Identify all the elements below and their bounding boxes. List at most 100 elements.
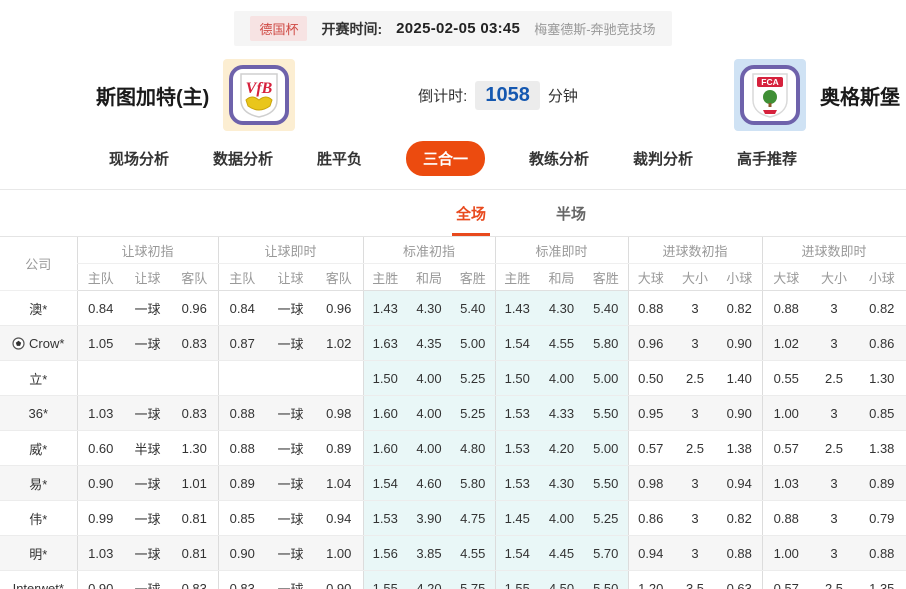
odds-cell[interactable]: 0.81 — [171, 500, 218, 536]
odds-cell[interactable]: 1.30 — [858, 360, 906, 396]
odds-cell[interactable]: 一球 — [266, 430, 315, 466]
odds-cell[interactable]: 1.30 — [171, 430, 218, 466]
odds-cell[interactable]: 0.88 — [217, 430, 266, 466]
odds-cell[interactable]: 5.25 — [451, 360, 495, 396]
odds-cell[interactable]: 0.89 — [315, 430, 363, 466]
odds-cell[interactable]: 1.03 — [76, 395, 124, 431]
odds-cell[interactable]: 0.55 — [761, 360, 811, 396]
period-tab[interactable]: 全场 — [451, 203, 490, 236]
odds-cell[interactable]: 1.03 — [761, 465, 811, 501]
odds-cell[interactable]: 0.84 — [217, 290, 266, 326]
odds-cell[interactable]: 0.90 — [315, 570, 363, 589]
odds-cell[interactable]: 0.99 — [76, 500, 124, 536]
odds-cell[interactable]: 3 — [673, 395, 717, 431]
odds-cell[interactable]: 2.5 — [673, 360, 717, 396]
odds-cell[interactable]: 1.05 — [76, 325, 124, 361]
odds-cell[interactable]: 4.00 — [407, 360, 451, 396]
odds-cell[interactable]: 0.88 — [858, 535, 906, 571]
odds-cell[interactable]: 1.50 — [362, 360, 407, 396]
odds-cell[interactable]: 一球 — [266, 290, 315, 326]
odds-cell[interactable]: 0.83 — [171, 570, 218, 589]
odds-cell[interactable]: 1.40 — [717, 360, 763, 396]
odds-cell[interactable]: 5.50 — [584, 395, 628, 431]
odds-cell[interactable]: 一球 — [124, 570, 171, 589]
odds-cell[interactable]: 3 — [673, 290, 717, 326]
odds-cell[interactable]: 4.55 — [539, 325, 584, 361]
odds-cell[interactable]: 1.38 — [717, 430, 763, 466]
odds-cell[interactable]: 1.55 — [494, 570, 539, 589]
odds-cell[interactable]: 1.56 — [362, 535, 407, 571]
odds-cell[interactable]: 0.60 — [76, 430, 124, 466]
odds-cell[interactable]: 一球 — [266, 395, 315, 431]
odds-cell[interactable]: 0.90 — [76, 465, 124, 501]
odds-cell[interactable]: 3.85 — [407, 535, 451, 571]
odds-cell[interactable]: 5.50 — [584, 570, 628, 589]
odds-cell[interactable]: 4.00 — [407, 430, 451, 466]
odds-cell[interactable]: 0.57 — [761, 430, 811, 466]
odds-cell[interactable]: 0.90 — [76, 570, 124, 589]
odds-cell[interactable]: 1.03 — [76, 535, 124, 571]
nav-tab[interactable]: 数据分析 — [213, 148, 273, 169]
odds-cell[interactable]: 0.96 — [315, 290, 363, 326]
odds-cell[interactable]: 1.02 — [761, 325, 811, 361]
odds-cell[interactable]: 5.40 — [584, 290, 628, 326]
odds-cell[interactable]: 3 — [673, 325, 717, 361]
odds-cell[interactable]: 5.80 — [584, 325, 628, 361]
odds-cell[interactable]: 3 — [673, 465, 717, 501]
odds-cell[interactable]: 0.83 — [171, 325, 218, 361]
odds-cell[interactable]: 1.53 — [362, 500, 407, 536]
odds-cell[interactable]: 2.5 — [810, 570, 859, 589]
odds-cell[interactable]: 0.57 — [627, 430, 673, 466]
odds-cell[interactable]: 4.30 — [539, 465, 584, 501]
odds-cell[interactable]: 0.57 — [761, 570, 811, 589]
odds-cell[interactable]: 1.53 — [494, 430, 539, 466]
nav-tab[interactable]: 胜平负 — [317, 148, 362, 169]
odds-cell[interactable]: 0.86 — [858, 325, 906, 361]
odds-cell[interactable]: 1.54 — [494, 535, 539, 571]
odds-cell[interactable]: 4.20 — [407, 570, 451, 589]
odds-cell[interactable]: 3 — [673, 500, 717, 536]
odds-cell[interactable]: 0.90 — [717, 325, 763, 361]
odds-cell[interactable]: 1.00 — [761, 535, 811, 571]
odds-cell[interactable]: 0.88 — [627, 290, 673, 326]
odds-cell[interactable]: 1.00 — [761, 395, 811, 431]
nav-tab[interactable]: 裁判分析 — [633, 148, 693, 169]
odds-cell[interactable]: 0.88 — [217, 395, 266, 431]
odds-cell[interactable]: 0.89 — [217, 465, 266, 501]
odds-cell[interactable]: 0.85 — [858, 395, 906, 431]
odds-cell[interactable]: 0.87 — [217, 325, 266, 361]
odds-cell[interactable]: 0.82 — [717, 290, 763, 326]
odds-cell[interactable]: 3 — [810, 535, 859, 571]
odds-cell[interactable]: 一球 — [124, 290, 171, 326]
odds-cell[interactable]: 一球 — [266, 465, 315, 501]
odds-cell[interactable]: 4.30 — [407, 290, 451, 326]
odds-cell[interactable]: 一球 — [266, 325, 315, 361]
odds-cell[interactable]: 1.20 — [627, 570, 673, 589]
odds-cell[interactable]: 0.79 — [858, 500, 906, 536]
odds-cell[interactable]: 5.25 — [584, 500, 628, 536]
odds-cell[interactable]: 0.98 — [627, 465, 673, 501]
odds-cell[interactable]: 一球 — [124, 535, 171, 571]
odds-cell[interactable]: 0.63 — [717, 570, 763, 589]
odds-cell[interactable]: 2.5 — [810, 430, 859, 466]
nav-tab[interactable]: 教练分析 — [529, 148, 589, 169]
odds-cell[interactable]: 0.83 — [217, 570, 266, 589]
odds-cell[interactable]: 0.98 — [315, 395, 363, 431]
odds-cell[interactable]: 5.00 — [584, 430, 628, 466]
odds-cell[interactable]: 3 — [810, 290, 859, 326]
odds-cell[interactable]: 0.82 — [858, 290, 906, 326]
odds-cell[interactable]: 4.45 — [539, 535, 584, 571]
odds-cell[interactable]: 一球 — [124, 500, 171, 536]
odds-cell[interactable]: 1.04 — [315, 465, 363, 501]
odds-cell[interactable]: 4.55 — [451, 535, 495, 571]
odds-cell[interactable]: 0.83 — [171, 395, 218, 431]
odds-cell[interactable]: 0.95 — [627, 395, 673, 431]
odds-cell[interactable]: 一球 — [266, 500, 315, 536]
odds-cell[interactable]: 3 — [810, 325, 859, 361]
odds-cell[interactable]: 5.70 — [584, 535, 628, 571]
odds-cell[interactable]: 0.82 — [717, 500, 763, 536]
odds-cell[interactable]: 4.75 — [451, 500, 495, 536]
odds-cell[interactable]: 4.20 — [539, 430, 584, 466]
odds-cell[interactable]: 3 — [810, 395, 859, 431]
odds-cell[interactable]: 0.89 — [858, 465, 906, 501]
